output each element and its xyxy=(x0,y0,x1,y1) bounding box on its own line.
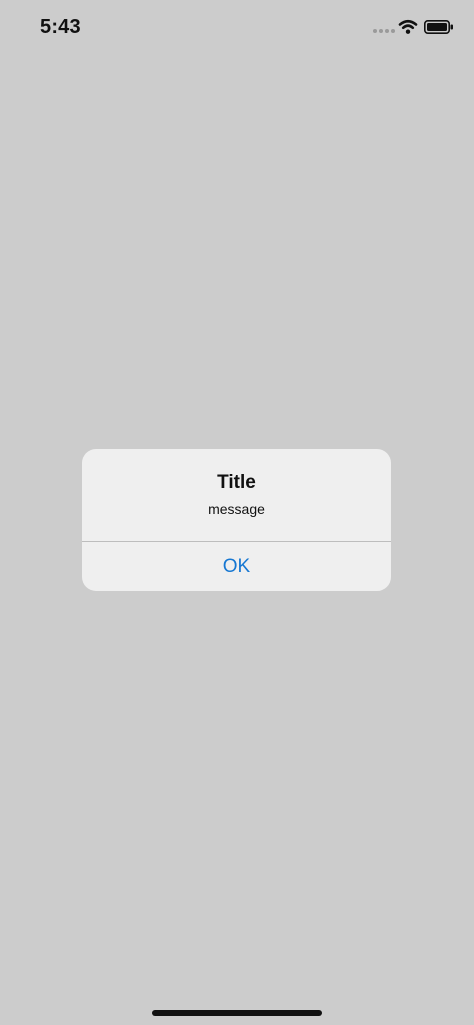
status-bar: 5:43 xyxy=(0,0,474,56)
alert-message: message xyxy=(208,501,265,517)
alert-content: Title message xyxy=(82,449,391,541)
alert-title: Title xyxy=(217,472,256,493)
battery-icon xyxy=(424,20,453,34)
signal-dot xyxy=(385,29,389,33)
ok-button[interactable]: OK xyxy=(82,542,391,591)
home-indicator[interactable] xyxy=(152,1010,322,1016)
signal-dot xyxy=(379,29,383,33)
wifi-icon xyxy=(398,19,418,34)
alert-dialog: Title message OK xyxy=(82,449,391,591)
signal-dot xyxy=(373,29,377,33)
signal-dot xyxy=(391,29,395,33)
status-time: 5:43 xyxy=(40,16,81,38)
signal-dots-icon xyxy=(373,28,395,36)
